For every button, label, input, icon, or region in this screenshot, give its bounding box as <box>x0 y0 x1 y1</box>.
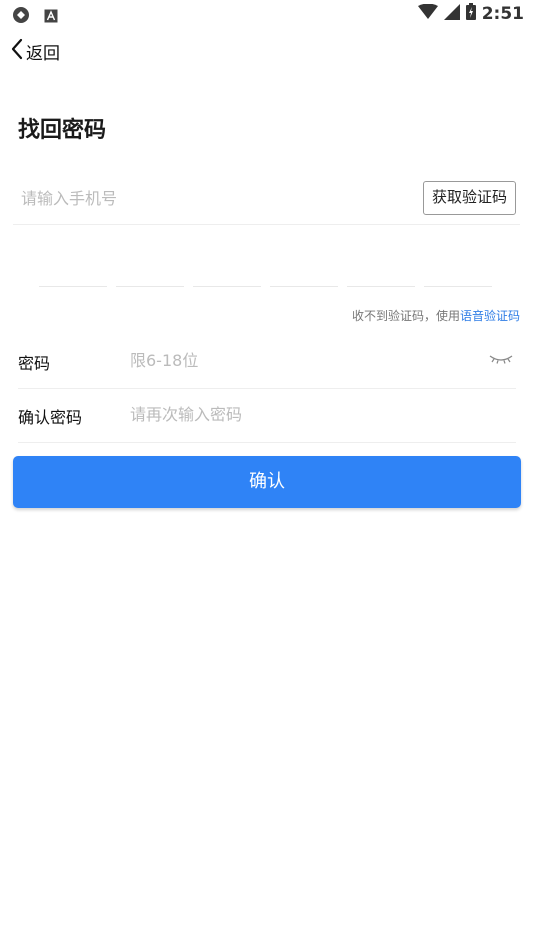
confirm-password-input[interactable] <box>128 398 472 430</box>
code-box[interactable] <box>193 250 261 287</box>
status-time: 2:51 <box>481 3 524 24</box>
password-input[interactable] <box>128 344 472 376</box>
back-button[interactable]: 返回 <box>10 38 60 64</box>
verification-code-boxes <box>39 250 492 287</box>
password-row: 密码 <box>18 334 516 389</box>
code-box[interactable] <box>39 250 107 287</box>
status-left <box>12 6 58 28</box>
sync-icon <box>12 6 30 28</box>
eye-closed-icon[interactable] <box>488 350 514 368</box>
voice-code-link[interactable]: 语音验证码 <box>460 309 520 323</box>
password-label: 密码 <box>18 354 51 373</box>
back-label: 返回 <box>26 43 60 64</box>
chevron-left-icon <box>10 38 24 64</box>
battery-icon <box>465 3 476 24</box>
voice-code-tip: 收不到验证码，使用语音验证码 <box>352 307 520 324</box>
confirm-password-row: 确认密码 <box>18 388 516 443</box>
status-bar: 2:51 <box>0 0 534 30</box>
status-right: 2:51 <box>417 3 524 24</box>
code-box[interactable] <box>116 250 184 287</box>
confirm-button[interactable]: 确认 <box>13 456 521 508</box>
phone-row: 获取验证码 <box>13 172 520 225</box>
code-box[interactable] <box>424 250 492 287</box>
wifi-icon <box>417 3 438 24</box>
code-box[interactable] <box>270 250 338 287</box>
voice-tip-text: 收不到验证码，使用 <box>351 309 460 323</box>
get-code-button[interactable]: 获取验证码 <box>422 181 516 215</box>
confirm-password-label: 确认密码 <box>18 408 83 427</box>
code-box[interactable] <box>347 250 415 287</box>
signal-icon <box>443 3 460 24</box>
notification-a-icon <box>44 8 58 27</box>
find-password-page: 2:51 返回 找回密码 获取验证码 收不到验证码，使用语音验证码 密码 <box>0 0 534 950</box>
phone-input[interactable] <box>19 182 403 214</box>
page-title: 找回密码 <box>18 118 107 143</box>
